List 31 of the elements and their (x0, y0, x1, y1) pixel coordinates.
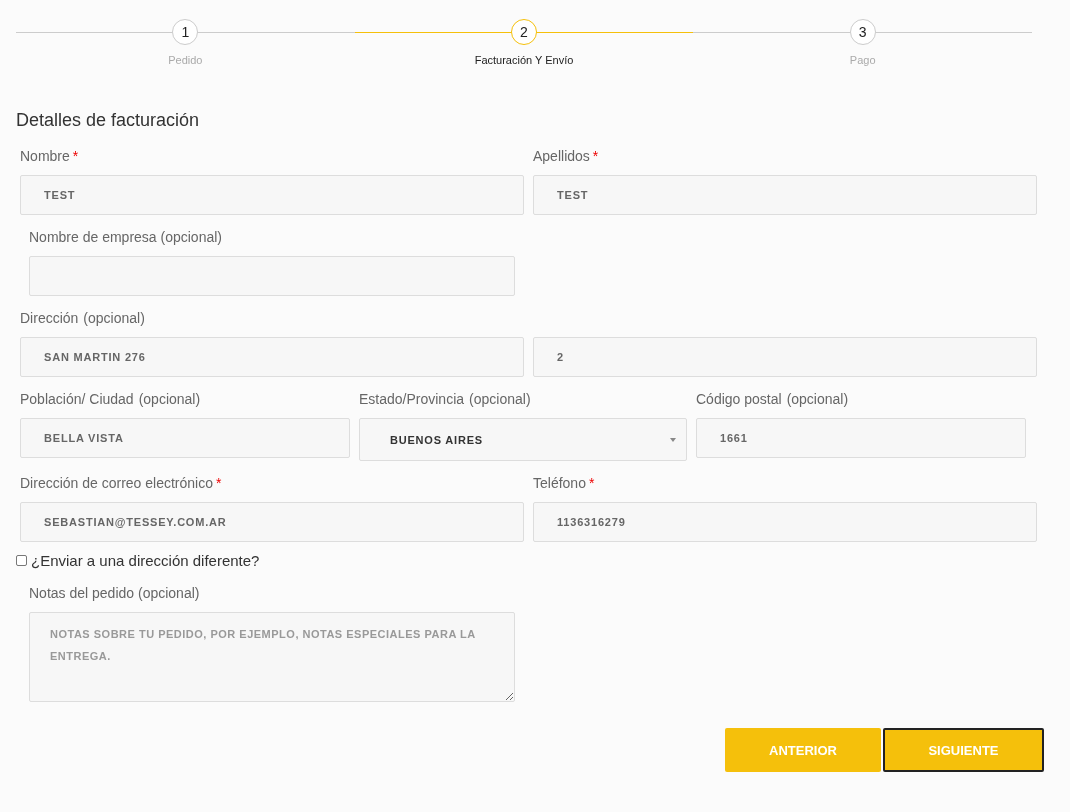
field-label: Nombre de empresa (opcional) (29, 229, 223, 247)
step-number[interactable]: 1 (172, 19, 199, 45)
step-label: Pago (849, 54, 876, 66)
step-label: Pedido (168, 54, 203, 66)
field-label: Estado/Provincia (opcional) (359, 391, 532, 409)
section-heading: Detalles de facturación (16, 110, 201, 132)
checkbox-label: ¿Enviar a una dirección diferente? (31, 552, 260, 569)
input-field[interactable] (29, 256, 515, 296)
field-label: Población/ Ciudad (opcional) (20, 391, 202, 409)
caret-icon (670, 437, 676, 442)
field-label: Código postal (opcional) (696, 391, 850, 409)
field-label: Dirección (opcional) (20, 310, 146, 328)
checkbox[interactable] (16, 555, 27, 566)
input-field[interactable]: SEBASTIAN@TESSEY.COM.AR (20, 502, 524, 542)
input-field[interactable]: 1661 (696, 418, 1026, 458)
select-field[interactable]: BUENOS AIRES (359, 418, 687, 461)
input-field[interactable]: BELLA VISTA (20, 418, 350, 458)
step-number[interactable]: 2 (511, 19, 537, 45)
input-field[interactable]: 2 (533, 337, 1037, 377)
notes-field[interactable]: NOTAS SOBRE TU PEDIDO, POR EJEMPLO, NOTAS ESPECIALES PARA LA ENTREGA. (29, 612, 515, 702)
step-number[interactable]: 3 (849, 19, 876, 45)
field-label: Apellidos * (533, 148, 600, 166)
input-field[interactable]: SAN MARTIN 276 (20, 337, 524, 377)
field-label: Nombre * (20, 148, 80, 166)
field-label: Teléfono * (533, 475, 596, 493)
field-label: Notas del pedido (opcional) (29, 585, 201, 603)
step-label: Facturación Y Envío (474, 54, 574, 66)
field-label: Dirección de correo electrónico * (20, 475, 223, 493)
input-field[interactable]: TEST (20, 175, 524, 215)
input-field[interactable]: TEST (533, 175, 1037, 215)
input-field[interactable]: 1136316279 (533, 502, 1037, 542)
